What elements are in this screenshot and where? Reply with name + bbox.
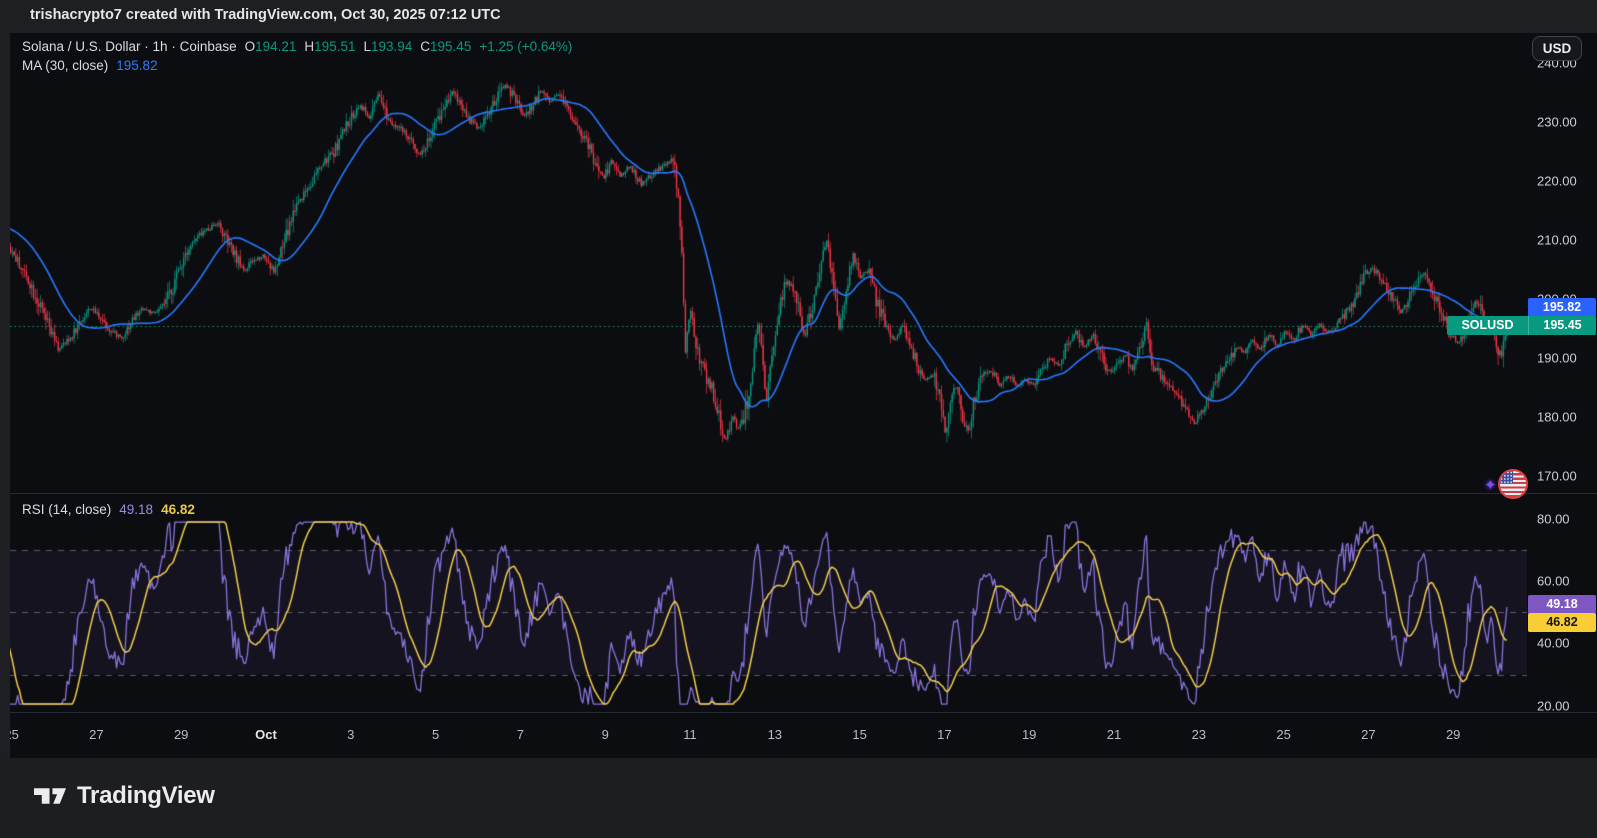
price-axis-label: 220.00 (1537, 173, 1577, 189)
top-attribution-bar: trishacrypto7 created with TradingView.c… (0, 0, 1597, 33)
rsi-legend-value: 49.18 (119, 502, 154, 517)
usa-flag-icon (1498, 469, 1528, 499)
tradingview-logo[interactable]: TradingView (34, 782, 215, 810)
time-axis-label: 21 (1106, 727, 1122, 742)
rsi-axis-label: 60.00 (1537, 573, 1570, 589)
time-axis-label: 17 (937, 727, 952, 742)
time-axis-label: 9 (601, 727, 609, 742)
chart-widget: Solana / U.S. Dollar · 1h · Coinbase O19… (10, 33, 1597, 758)
time-axis-label: Oct (255, 727, 277, 742)
attribution-text: trishacrypto7 created with TradingView.c… (30, 7, 501, 23)
last-price-badge: SOLUSD 195.45 (1447, 316, 1596, 335)
tradingview-logo-icon (34, 787, 67, 804)
time-axis-label: 11 (683, 727, 697, 742)
time-axis-label: 23 (1191, 727, 1207, 742)
tradingview-snapshot: trishacrypto7 created with TradingView.c… (0, 0, 1597, 838)
rsi-axis-label: 80.00 (1537, 511, 1570, 527)
symbol-title: Solana / U.S. Dollar · 1h · Coinbase (22, 39, 237, 54)
rsi-axis-label: 20.00 (1537, 698, 1570, 714)
time-axis-label: 15 (852, 727, 867, 742)
rsi-value-badge: 49.18 (1528, 595, 1596, 614)
price-change: +1.25 (+0.64%) (479, 39, 573, 54)
tradingview-logo-text: TradingView (77, 782, 215, 809)
rsi-legend-label: RSI (14, close) (22, 502, 112, 517)
ohlc-low: L193.94 (363, 39, 413, 54)
time-axis-label: 27 (89, 727, 104, 742)
last-price-value: 195.45 (1528, 316, 1596, 335)
ma-legend: MA (30, close) 195.82 (22, 58, 158, 73)
ma-price-badge: 195.82 (1528, 298, 1596, 317)
currency-toggle-button[interactable]: USD (1532, 36, 1582, 61)
flag-emblem: ✦ (1484, 467, 1530, 501)
time-axis[interactable]: 25 27 29 Oct 3 5 7 9 11 13 15 17 19 21 23 25 27 29 (10, 712, 1597, 758)
rsi-ma-value-badge: 46.82 (1528, 613, 1596, 632)
time-axis-label: 13 (767, 727, 783, 742)
rsi-legend: RSI (14, close) 49.18 46.82 (22, 502, 195, 517)
ma-legend-label: MA (30, close) (22, 58, 109, 73)
rsi-axis-label: 40.00 (1537, 635, 1570, 651)
time-axis-label: 25 (1276, 727, 1291, 742)
pane-separator[interactable] (10, 493, 1597, 494)
ticker-tag: SOLUSD (1461, 318, 1514, 332)
rsi-ma-legend-value: 46.82 (161, 502, 195, 517)
sparkle-icon: ✦ (1484, 477, 1497, 494)
price-axis-label: 230.00 (1537, 114, 1577, 130)
price-axis-label: 210.00 (1537, 232, 1577, 248)
symbol-legend: Solana / U.S. Dollar · 1h · Coinbase O19… (22, 39, 572, 54)
time-axis-label: 3 (347, 727, 355, 742)
time-axis-label: 29 (173, 727, 189, 742)
time-axis-label: 19 (1021, 727, 1037, 742)
time-axis-label: 5 (431, 727, 440, 742)
time-axis-label: 29 (1445, 727, 1461, 742)
ohlc-open: O194.21 (244, 39, 297, 54)
time-axis-label: 7 (516, 727, 525, 742)
price-axis-label: 190.00 (1537, 350, 1577, 366)
footer-bar: TradingView (0, 758, 1597, 838)
ohlc-high: H195.51 (304, 39, 356, 54)
price-axis-label: 170.00 (1537, 468, 1577, 484)
chart-canvas[interactable] (10, 33, 1527, 712)
ohlc-close: C195.45 (420, 39, 472, 54)
ma-legend-value: 195.82 (116, 58, 158, 73)
time-axis-label: 27 (1361, 727, 1376, 742)
time-axis-label: 25 (10, 727, 19, 742)
price-axis-label: 180.00 (1537, 409, 1577, 425)
